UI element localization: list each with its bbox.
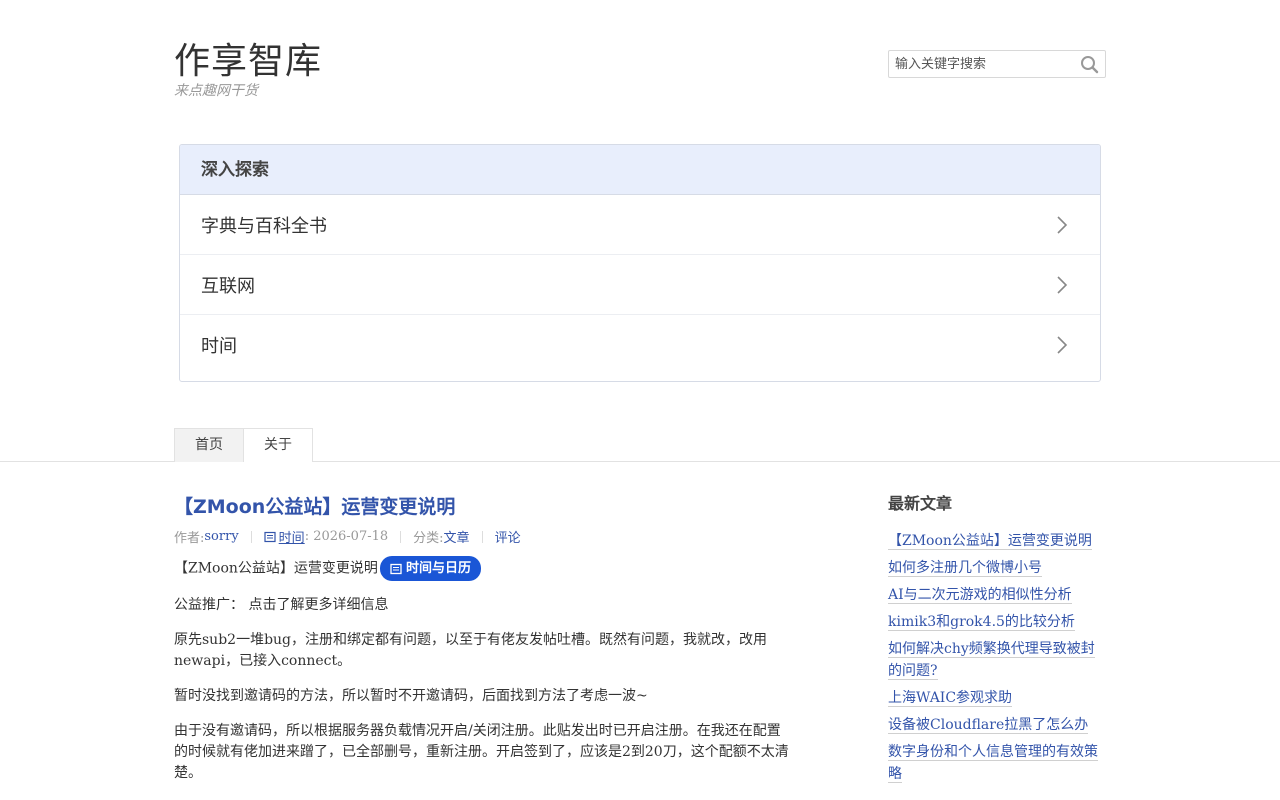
list-item: kimik3和grok4.5的比较分析: [888, 611, 1108, 633]
chevron-right-icon: [1057, 215, 1068, 234]
explore-item-label: 时间: [201, 336, 237, 357]
recent-post-link[interactable]: 如何多注册几个微博小号: [888, 560, 1042, 577]
explore-item-internet[interactable]: 互联网: [180, 255, 1100, 315]
list-item: AI与二次元游戏的相似性分析: [888, 584, 1108, 606]
site-description: 来点趣网干货: [174, 83, 258, 99]
time-label-link[interactable]: 时间: [279, 527, 305, 546]
list-item: 设备被Cloudflare拉黑了怎么办: [888, 714, 1108, 736]
search-button[interactable]: [1079, 54, 1101, 74]
author-link[interactable]: sorry: [204, 529, 238, 544]
recent-post-link[interactable]: 上海WAIC参观求助: [888, 690, 1013, 707]
explore-item-label: 互联网: [201, 275, 255, 297]
list-item: 如何多注册几个微博小号: [888, 557, 1108, 579]
calendar-icon: [264, 531, 276, 542]
main-nav: 首页 关于: [174, 428, 313, 462]
author-label: 作者:: [174, 531, 205, 546]
meta-divider: [400, 530, 402, 543]
chevron-right-icon: [1057, 275, 1068, 294]
post-body: 【ZMoon公益站】运营变更说明 时间与日历 公益推广： 点击了解更多详细信息 原…: [174, 556, 789, 798]
explore-item-label: 字典与百科全书: [201, 215, 327, 237]
list-item: 数字身份和个人信息管理的有效策略: [888, 741, 1108, 785]
explore-heading: 深入探索: [180, 145, 1100, 195]
recent-post-link[interactable]: 数字身份和个人信息管理的有效策略: [888, 744, 1098, 783]
category-link[interactable]: 文章: [444, 527, 470, 546]
recent-post-link[interactable]: 设备被Cloudflare拉黑了怎么办: [888, 717, 1089, 734]
explore-item-time[interactable]: 时间: [180, 315, 1100, 375]
category-label: 分类:: [413, 531, 444, 546]
explore-item-encyclopedia[interactable]: 字典与百科全书: [180, 195, 1100, 255]
recent-post-link[interactable]: 如何解决chy频繁换代理导致被封的问题?: [888, 641, 1095, 680]
recent-posts-heading: 最新文章: [888, 494, 953, 513]
comments-link[interactable]: 评论: [495, 527, 521, 546]
search-icon: [1081, 56, 1099, 74]
list-item: 【ZMoon公益站】运营变更说明: [888, 530, 1108, 552]
site-title[interactable]: 作享智库: [174, 32, 322, 84]
list-item: 上海WAIC参观求助: [888, 687, 1108, 709]
post-paragraph: 暂时没找到邀请码的方法，所以暂时不开邀请码，后面找到方法了考虑一波~: [174, 688, 648, 704]
recent-post-link[interactable]: AI与二次元游戏的相似性分析: [888, 587, 1072, 604]
chevron-right-icon: [1057, 336, 1068, 354]
sidebar: 最新文章 【ZMoon公益站】运营变更说明 如何多注册几个微博小号 AI与二次元…: [888, 490, 1108, 790]
nav-tab-home[interactable]: 首页: [174, 428, 244, 462]
time-calendar-pill[interactable]: 时间与日历: [379, 556, 481, 581]
post-title[interactable]: 【ZMoon公益站】运营变更说明: [174, 492, 455, 519]
explore-panel: 深入探索 字典与百科全书 互联网 时间: [179, 144, 1101, 382]
meta-divider: [250, 530, 252, 543]
post-meta: 作者: sorry 时间 : 2026-07-18 分类: 文章 评论: [174, 527, 521, 546]
post-intro-text: 【ZMoon公益站】运营变更说明: [174, 560, 378, 577]
list-item: 如何解决chy频繁换代理导致被封的问题?: [888, 638, 1108, 682]
post-paragraph: 公益推广： 点击了解更多详细信息: [174, 597, 389, 613]
search-input[interactable]: [889, 51, 1075, 77]
recent-post-link[interactable]: 【ZMoon公益站】运营变更说明: [888, 533, 1092, 550]
post-paragraph: 原先sub2一堆bug，注册和绑定都有问题，以至于有佬友发帖吐槽。既然有问题，我…: [174, 632, 768, 669]
search-box: [888, 50, 1106, 78]
post-intro: 【ZMoon公益站】运营变更说明 时间与日历: [174, 556, 789, 581]
post-paragraph: 由于没有邀请码，所以根据服务器负载情况开启/关闭注册。此贴发出时已开启注册。在我…: [174, 723, 789, 781]
pill-label: 时间与日历: [405, 561, 471, 576]
post-date: : 2026-07-18: [304, 529, 389, 544]
calendar-icon: [390, 563, 402, 574]
recent-posts-list: 【ZMoon公益站】运营变更说明 如何多注册几个微博小号 AI与二次元游戏的相似…: [888, 530, 1108, 785]
meta-divider: [481, 530, 483, 543]
nav-tab-about[interactable]: 关于: [244, 428, 313, 462]
recent-post-link[interactable]: kimik3和grok4.5的比较分析: [888, 614, 1075, 631]
